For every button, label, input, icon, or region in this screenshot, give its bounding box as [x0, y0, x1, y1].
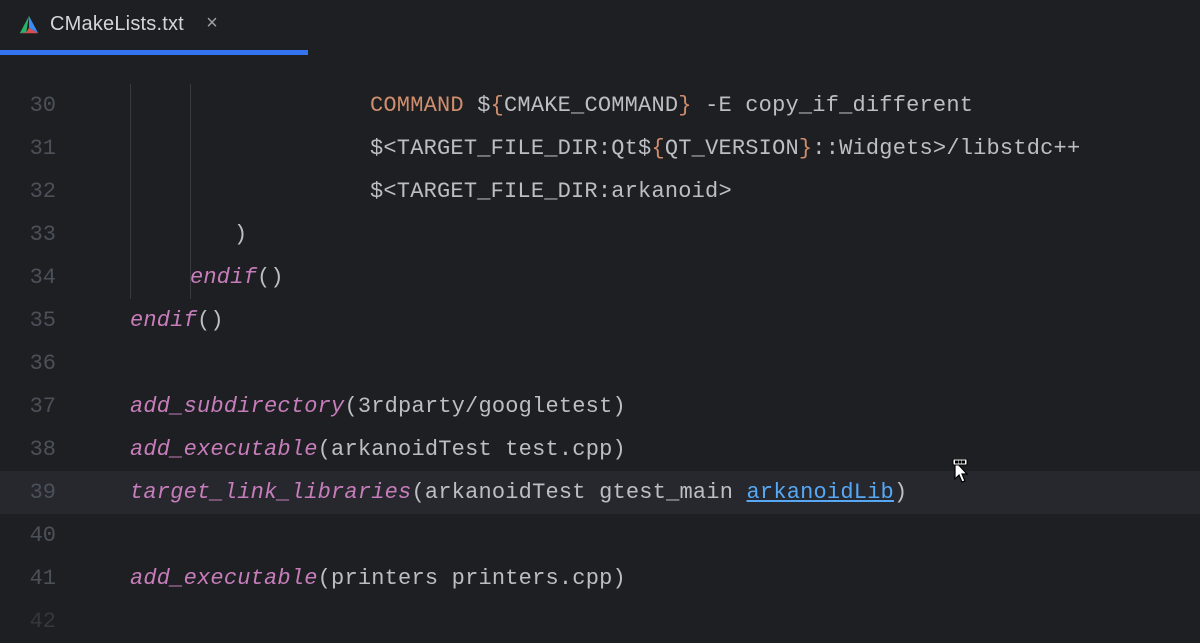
code-token: add_subdirectory: [130, 394, 344, 419]
code-line[interactable]: 32 $<TARGET_FILE_DIR:arkanoid>: [0, 170, 1200, 213]
code-line[interactable]: 42: [0, 600, 1200, 643]
code-token: arkanoidTest gtest_main: [425, 480, 747, 505]
line-number: 37: [0, 385, 76, 428]
indent-guides: [76, 514, 130, 557]
code-token: ): [613, 437, 626, 462]
indent-guides: [76, 385, 130, 428]
indent-guides: [76, 471, 130, 514]
code-line[interactable]: 39 target_link_libraries(arkanoidTest gte…: [0, 471, 1200, 514]
code-token: (): [257, 265, 284, 290]
cmake-file-icon: [18, 14, 40, 36]
line-number: 42: [0, 600, 76, 643]
line-number: 35: [0, 299, 76, 342]
code-content: add_executable(arkanoidTest test.cpp): [130, 428, 626, 471]
code-content: endif(): [130, 299, 224, 342]
code-content: COMMAND ${CMAKE_COMMAND} -E copy_if_diff…: [370, 84, 973, 127]
code-content: ): [234, 213, 247, 256]
indent-guides: [76, 256, 190, 299]
line-number: 36: [0, 342, 76, 385]
indent-guides: [76, 557, 130, 600]
code-line[interactable]: 41 add_executable(printers printers.cpp): [0, 557, 1200, 600]
code-token: ): [234, 222, 247, 247]
tab-filename: CMakeLists.txt: [50, 13, 184, 36]
code-token: (: [411, 480, 424, 505]
code-content: endif(): [190, 256, 284, 299]
indent-guides: [76, 342, 130, 385]
close-icon[interactable]: ×: [202, 13, 222, 36]
code-token: CMAKE_COMMAND: [504, 93, 678, 118]
symbol-link[interactable]: arkanoidLib: [747, 480, 894, 505]
code-token: {: [491, 93, 504, 118]
code-line[interactable]: 40: [0, 514, 1200, 557]
code-token: (: [318, 437, 331, 462]
code-content: $<TARGET_FILE_DIR:arkanoid>: [370, 170, 732, 213]
code-token: ): [894, 480, 907, 505]
code-token: QT_VERSION: [665, 136, 799, 161]
code-token: endif: [190, 265, 257, 290]
code-content: add_executable(printers printers.cpp): [130, 557, 626, 600]
indent-guides: [76, 170, 370, 213]
line-number: 34: [0, 256, 76, 299]
code-token: (: [344, 394, 357, 419]
code-token: ::Widgets>/libstdc++: [812, 136, 1080, 161]
code-line[interactable]: 33): [0, 213, 1200, 256]
code-token: target_link_libraries: [130, 480, 411, 505]
line-number: 40: [0, 514, 76, 557]
code-token: $: [477, 93, 490, 118]
indent-guides: [76, 600, 130, 643]
line-number: 33: [0, 213, 76, 256]
indent-guides: [76, 84, 370, 127]
code-content: $<TARGET_FILE_DIR:Qt${QT_VERSION}::Widge…: [370, 127, 1080, 170]
code-token: -E copy_if_different: [692, 93, 973, 118]
code-content: add_subdirectory(3rdparty/googletest): [130, 385, 626, 428]
indent-guides: [76, 127, 370, 170]
code-line[interactable]: 38 add_executable(arkanoidTest test.cpp): [0, 428, 1200, 471]
code-line[interactable]: 37 add_subdirectory(3rdparty/googletest): [0, 385, 1200, 428]
line-number: 38: [0, 428, 76, 471]
code-token: }: [678, 93, 691, 118]
code-token: ): [613, 394, 626, 419]
code-editor[interactable]: 30COMMAND ${CMAKE_COMMAND} -E copy_if_di…: [0, 50, 1200, 643]
code-token: COMMAND: [370, 93, 477, 118]
code-token: $<TARGET_FILE_DIR:Qt$: [370, 136, 651, 161]
code-line[interactable]: 35 endif(): [0, 299, 1200, 342]
code-token: (: [318, 566, 331, 591]
line-number: 39: [0, 471, 76, 514]
line-number: 41: [0, 557, 76, 600]
file-tab[interactable]: CMakeLists.txt ×: [0, 0, 240, 49]
code-token: 3rdparty/googletest: [358, 394, 613, 419]
line-number: 30: [0, 84, 76, 127]
code-token: $<TARGET_FILE_DIR:arkanoid>: [370, 179, 732, 204]
code-line[interactable]: 34 endif(): [0, 256, 1200, 299]
indent-guides: [76, 299, 130, 342]
indent-guides: [76, 428, 130, 471]
line-number: 31: [0, 127, 76, 170]
code-token: add_executable: [130, 566, 318, 591]
tab-bar: CMakeLists.txt ×: [0, 0, 1200, 50]
code-line[interactable]: 30 COMMAND ${CMAKE_COMMAND} -E copy_if_di…: [0, 84, 1200, 127]
code-token: printers printers.cpp: [331, 566, 612, 591]
code-token: add_executable: [130, 437, 318, 462]
code-token: }: [799, 136, 812, 161]
code-token: (): [197, 308, 224, 333]
code-line[interactable]: 36: [0, 342, 1200, 385]
code-token: endif: [130, 308, 197, 333]
code-line[interactable]: 31 $<TARGET_FILE_DIR:Qt${QT_VERSION}::Wid…: [0, 127, 1200, 170]
code-token: ): [613, 566, 626, 591]
code-content: target_link_libraries(arkanoidTest gtest…: [130, 471, 907, 514]
code-token: arkanoidTest test.cpp: [331, 437, 612, 462]
line-number: 32: [0, 170, 76, 213]
code-token: {: [651, 136, 664, 161]
indent-guides: [76, 213, 234, 256]
